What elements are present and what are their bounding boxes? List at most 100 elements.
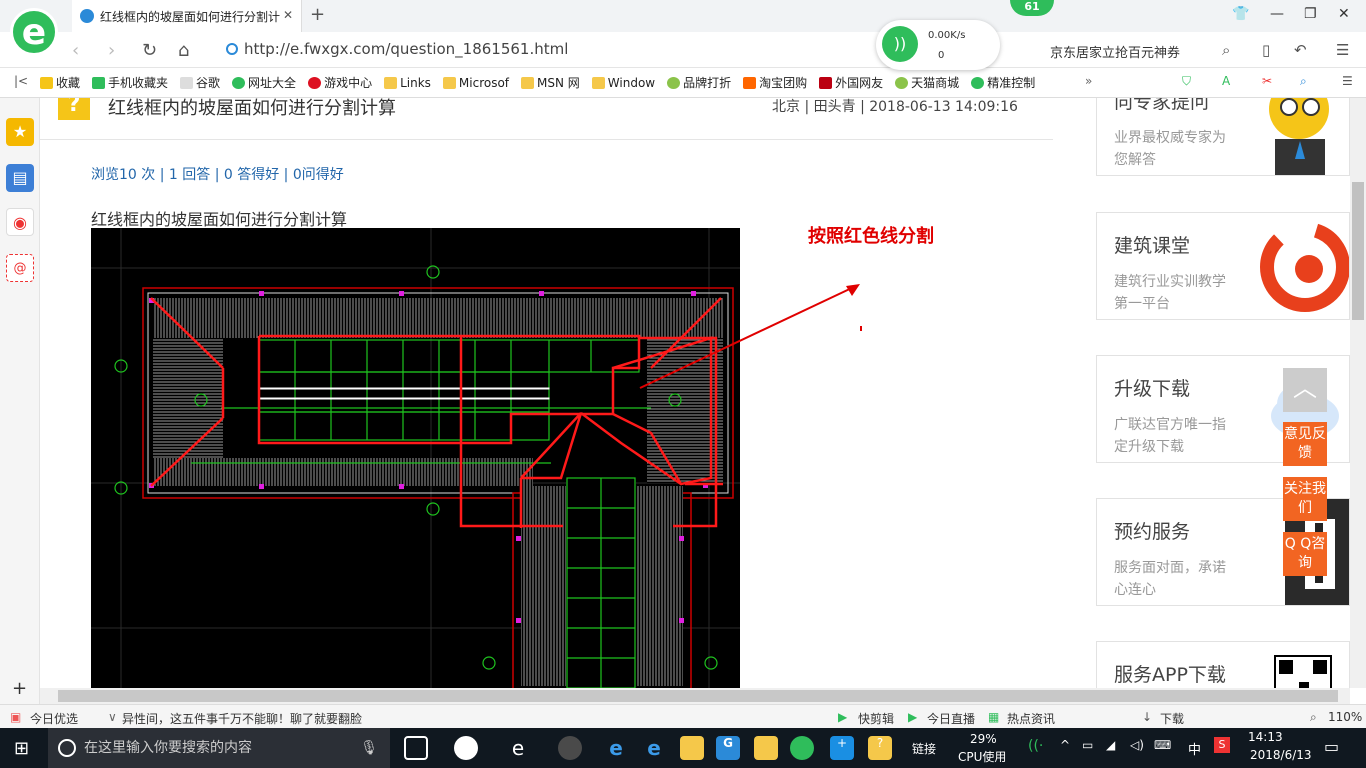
tab-bar: 红线框内的坡屋面如何进行分割计 ✕ + 👕 — ❐ ✕ <box>0 0 1366 32</box>
back-to-top-button[interactable]: ︿ <box>1283 368 1327 412</box>
game-icon <box>308 76 322 89</box>
quick-clip[interactable]: 快剪辑 <box>858 710 894 727</box>
link-label[interactable]: 链接 <box>912 740 936 757</box>
chevron-down-icon[interactable]: ∨ <box>108 710 117 724</box>
tab-close-icon[interactable]: ✕ <box>283 8 293 22</box>
bookmark-tmall[interactable]: 天猫商城 <box>895 74 959 91</box>
bookmark-windows[interactable]: Window <box>591 76 655 90</box>
news-headline[interactable]: 异性间，这五件事千万不能聊！聊了就要翻脸 <box>122 710 362 727</box>
favorites-star-icon[interactable]: ★ <box>6 118 34 146</box>
translate-icon[interactable]: A <box>1222 74 1230 88</box>
back-icon[interactable]: ‹ <box>72 40 79 61</box>
refresh-icon[interactable]: ↻ <box>142 40 157 61</box>
horizontal-scrollbar[interactable] <box>40 688 1350 704</box>
forward-icon[interactable]: › <box>108 40 115 61</box>
magnifier-icon[interactable]: ⌕ <box>1300 74 1307 89</box>
bookmark-daquan[interactable]: 网址大全 <box>232 74 296 91</box>
home-icon[interactable]: ⌂ <box>178 40 189 61</box>
ime-indicator[interactable]: 中 <box>1188 739 1201 758</box>
card-app-download[interactable]: 服务APP下载 <box>1096 641 1350 688</box>
downloads[interactable]: 下载 <box>1160 710 1184 727</box>
battery-icon[interactable]: ▭ <box>1082 738 1093 752</box>
bookmark-favorites[interactable]: 收藏 <box>40 74 80 91</box>
galaxy-app-icon[interactable] <box>558 736 582 760</box>
undo-icon[interactable]: ↶ <box>1294 41 1307 59</box>
internet-explorer-icon[interactable]: e <box>642 736 666 760</box>
email-icon[interactable]: @ <box>6 254 34 282</box>
volume-icon[interactable]: ◁) <box>1130 738 1144 752</box>
taskbar-search[interactable]: 在这里输入你要搜索的内容 🎙 <box>48 728 390 768</box>
bookmark-microsoft[interactable]: Microsof <box>442 76 509 90</box>
bookmark-game[interactable]: 游戏中心 <box>308 74 372 91</box>
url-field[interactable]: http://e.fwxgx.com/question_1861561.html <box>226 40 568 58</box>
minimize-icon[interactable]: — <box>1270 6 1284 22</box>
bookmark-google[interactable]: 谷歌 <box>180 74 220 91</box>
file-explorer-icon[interactable] <box>680 736 704 760</box>
today-picks[interactable]: 今日优选 <box>30 710 78 727</box>
question-header: ? 红线框内的坡屋面如何进行分割计算 北京 | 田头青 | 2018-06-13… <box>40 98 1053 140</box>
qq-consult-button[interactable]: Q Q咨询 <box>1283 532 1327 576</box>
weibo-icon[interactable]: ◉ <box>6 208 34 236</box>
bookmark-msn[interactable]: MSN 网 <box>521 74 580 91</box>
maximize-icon[interactable]: ❐ <box>1304 6 1317 22</box>
network-icon[interactable]: ◢ <box>1106 738 1115 752</box>
browser-logo-icon[interactable]: e <box>10 8 58 56</box>
more-bookmarks-icon[interactable]: » <box>1085 74 1092 88</box>
collapse-sidebar-icon[interactable]: |< <box>14 74 28 88</box>
qr-code-icon <box>1245 642 1349 688</box>
search-icon[interactable]: ⌕ <box>1222 41 1230 59</box>
help-app-icon[interactable]: ? <box>868 736 892 760</box>
menu-icon[interactable]: ☰ <box>1336 41 1349 59</box>
shirt-skin-icon[interactable]: 👕 <box>1232 6 1249 22</box>
mobile-icon[interactable]: ▯ <box>1262 41 1270 59</box>
ie-app-icon[interactable]: e <box>506 736 530 760</box>
taobao-icon <box>743 76 757 89</box>
chevron-up-icon[interactable]: ^ <box>1060 738 1070 752</box>
bookmark-mobile[interactable]: 手机收藏夹 <box>92 74 168 91</box>
reader-icon[interactable]: ▤ <box>6 164 34 192</box>
wifi-tray-icon[interactable]: ((· <box>1028 738 1043 754</box>
bookmark-taobao[interactable]: 淘宝团购 <box>743 74 807 91</box>
microphone-icon[interactable]: 🎙 <box>360 728 378 768</box>
close-window-icon[interactable]: ✕ <box>1338 6 1350 22</box>
clock-time[interactable]: 14:13 <box>1248 730 1283 744</box>
scissors-icon[interactable]: ✂ <box>1262 74 1272 88</box>
bookmark-foreign[interactable]: 外国网友 <box>819 74 883 91</box>
feiyu-app-icon[interactable]: + <box>830 736 854 760</box>
tab-active[interactable]: 红线框内的坡屋面如何进行分割计 ✕ <box>72 0 302 32</box>
task-view-icon[interactable] <box>404 736 428 760</box>
notes-app-icon[interactable] <box>754 736 778 760</box>
question-stats[interactable]: 浏览10 次 | 1 回答 | 0 答得好 | 0问得好 <box>91 164 344 184</box>
shield-icon[interactable]: ⛉ <box>1182 74 1191 89</box>
folder-icon <box>384 76 398 89</box>
bookmark-brand[interactable]: 品牌打折 <box>667 74 731 91</box>
edge-icon[interactable]: e <box>604 736 628 760</box>
bookmark-links[interactable]: Links <box>384 76 431 90</box>
keyboard-icon[interactable]: ⌨ <box>1154 738 1171 752</box>
feedback-button[interactable]: 意见反馈 <box>1283 422 1327 466</box>
card-building-class[interactable]: 建筑课堂 建筑行业实训教学第一平台 <box>1096 212 1350 320</box>
add-sidebar-icon[interactable]: + <box>12 678 27 699</box>
horizontal-scroll-thumb[interactable] <box>58 690 1338 702</box>
search-promo[interactable]: 京东居家立抢百元神券 <box>1050 42 1180 61</box>
tab-title: 红线框内的坡屋面如何进行分割计 <box>100 9 281 24</box>
today-live[interactable]: 今日直播 <box>927 710 975 727</box>
browser-taskbar-icon[interactable] <box>790 736 814 760</box>
card-ask-expert[interactable]: 向专家提问 业界最权威专家为您解答 <box>1096 98 1350 176</box>
g-app-icon[interactable]: G <box>716 736 740 760</box>
notification-icon[interactable]: ▭ <box>1324 737 1339 756</box>
bookmark-control[interactable]: 精准控制 <box>971 74 1035 91</box>
hot-news[interactable]: 热点资讯 <box>1007 710 1055 727</box>
sogou-icon[interactable]: S <box>1214 737 1230 753</box>
network-widget[interactable]: )) 0.00K/s 0 <box>876 20 1000 70</box>
expert-mascot-icon <box>1245 98 1349 175</box>
windows-start-icon[interactable]: ⊞ <box>14 738 29 759</box>
vertical-scrollbar[interactable] <box>1350 98 1366 688</box>
list-icon[interactable]: ☰ <box>1342 74 1353 88</box>
fan-app-icon[interactable] <box>454 736 478 760</box>
zoom-level[interactable]: 110% <box>1328 710 1362 724</box>
vertical-scroll-thumb[interactable] <box>1352 182 1364 320</box>
follow-us-button[interactable]: 关注我们 <box>1283 477 1327 521</box>
new-tab-icon[interactable]: + <box>310 4 325 25</box>
clock-date[interactable]: 2018/6/13 <box>1250 748 1312 762</box>
